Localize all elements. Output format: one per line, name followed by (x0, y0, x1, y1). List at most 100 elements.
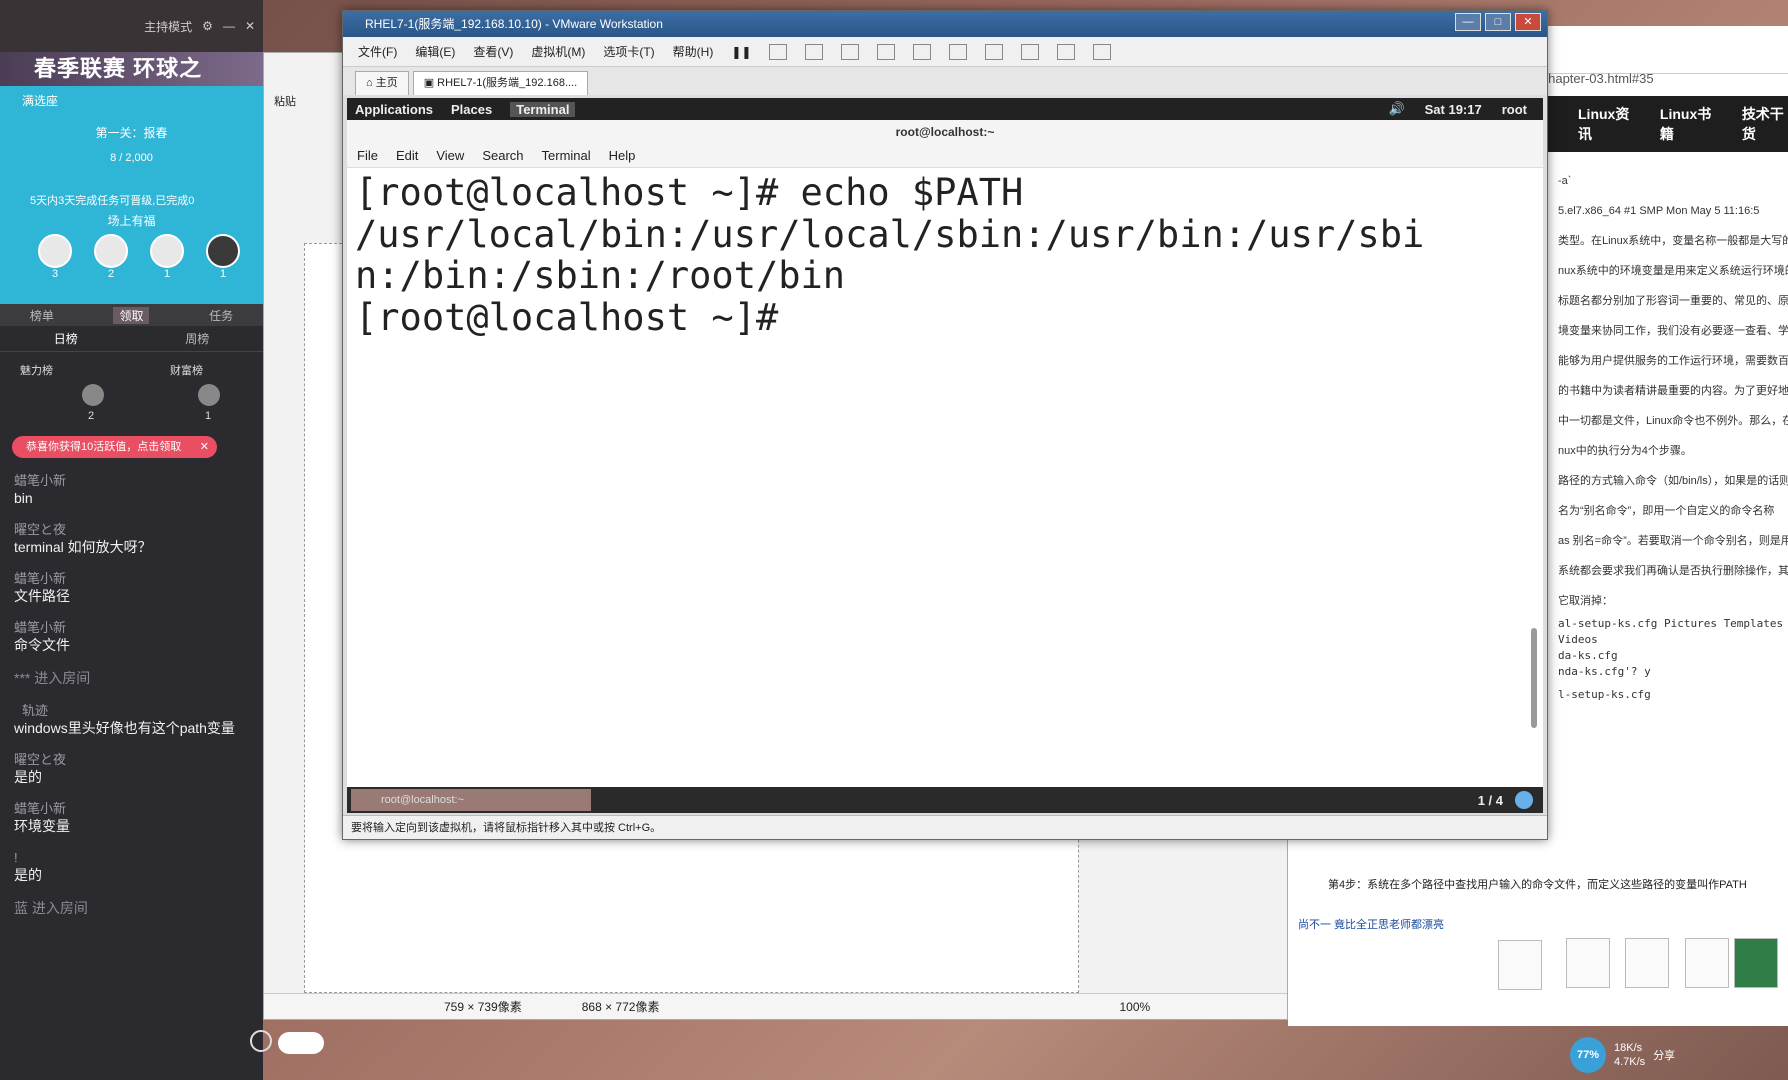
terminal-output[interactable]: [root@localhost ~]# echo $PATH /usr/loca… (351, 172, 1531, 762)
fan-avatar[interactable]: 2 (92, 234, 130, 280)
desktop-icon-file[interactable]: 必读Linux书籍(免费... (1725, 938, 1787, 1024)
guest-screen[interactable]: Applications Places Terminal 🔊 Sat 19:17… (347, 98, 1543, 813)
tab-rank[interactable]: 榜单 (30, 307, 54, 324)
paste-label[interactable]: 粘贴 (274, 93, 296, 109)
close-icon[interactable]: ✕ (1515, 13, 1541, 31)
revert-icon[interactable] (841, 43, 860, 60)
nav-item[interactable]: 技术干货 (1742, 104, 1788, 144)
fan-avatar[interactable]: 3 (36, 234, 74, 280)
fullscreen-icon[interactable] (985, 43, 1004, 60)
clock[interactable]: Sat 19:17 (1425, 102, 1482, 117)
chat-user[interactable]: 曜空と夜 (14, 751, 249, 768)
event-banner[interactable]: 春季联赛 环球之 (0, 52, 263, 86)
user-menu[interactable]: root (1502, 102, 1527, 117)
pause-icon[interactable]: ❚❚ (731, 45, 751, 59)
close-icon[interactable]: ✕ (200, 436, 209, 458)
chat-user[interactable]: ! (14, 849, 249, 866)
tab-vm[interactable]: ▣ RHEL7-1(服务端_192.168.... (412, 71, 589, 95)
maximize-icon[interactable]: □ (1485, 13, 1511, 31)
terminal-line: n:/bin:/sbin:/root/bin (355, 254, 846, 297)
unity-icon[interactable] (1021, 43, 1040, 60)
sidebar-icon[interactable] (913, 43, 932, 60)
fan-count: 1 (219, 268, 227, 280)
menu-view[interactable]: 查看(V) (473, 43, 513, 60)
vmware-titlebar[interactable]: RHEL7-1(服务端_192.168.10.10) - VMware Work… (343, 11, 1547, 37)
term-menu-edit[interactable]: Edit (396, 148, 418, 163)
desktop-icon-file[interactable]: 2019.jpg (1485, 940, 1555, 1006)
event-card[interactable]: 满选座 第一关：报春 8 / 2,000 5天内3天完成任务可晋级,已完成0 场… (0, 86, 263, 304)
article-line: 5.el7.x86_64 #1 SMP Mon May 5 11:16:5 (1558, 205, 1760, 217)
chat-user[interactable]: 曜空と夜 (14, 521, 249, 538)
fan-avatar[interactable]: 1 (148, 234, 186, 280)
term-menu-view[interactable]: View (436, 148, 464, 163)
archive-file-icon (1566, 938, 1610, 988)
chat-input[interactable] (278, 1032, 324, 1054)
terminal-line: [root@localhost ~]# (355, 295, 801, 339)
close-icon[interactable]: ✕ (245, 19, 255, 33)
tab-weekly[interactable]: 周榜 (185, 330, 209, 347)
chat-user[interactable]: 轨迹 (14, 702, 249, 719)
thumbnail-icon[interactable] (949, 43, 968, 60)
workspace-icon[interactable] (1515, 791, 1533, 809)
fan-avatar[interactable]: 1 (204, 234, 242, 280)
gnome-topbar: Applications Places Terminal 🔊 Sat 19:17… (347, 98, 1543, 120)
tab-daily[interactable]: 日榜 (54, 330, 78, 347)
menu-help[interactable]: 帮助(H) (673, 43, 714, 60)
menu-tabs[interactable]: 选项卡(T) (603, 43, 654, 60)
chat-user[interactable]: 蜡笔小新 (14, 619, 249, 636)
wealth-rank-label[interactable]: 财富榜 (170, 362, 203, 378)
tab-claim[interactable]: 领取 (113, 306, 150, 324)
terminal-scrollbar[interactable] (1531, 628, 1537, 728)
workspace-indicator[interactable]: 1 / 4 (1478, 793, 1503, 808)
applications-menu[interactable]: Applications (355, 102, 433, 117)
article-line: 境变量来协同工作，我们没有必要逐一查看、学 (1558, 325, 1788, 337)
text-file-icon (1625, 938, 1669, 988)
tab-task[interactable]: 任务 (209, 307, 233, 324)
snapshot-icon[interactable] (805, 43, 824, 60)
menu-edit[interactable]: 编辑(E) (415, 43, 455, 60)
stretch-icon[interactable] (1093, 43, 1112, 60)
vmware-menubar: 文件(F) 编辑(E) 查看(V) 虚拟机(M) 选项卡(T) 帮助(H) ❚❚ (343, 37, 1547, 67)
term-menu-help[interactable]: Help (609, 148, 636, 163)
gnome-taskbar: root@localhost:~ 1 / 4 (347, 787, 1543, 813)
term-menu-search[interactable]: Search (482, 148, 523, 163)
minimize-icon[interactable]: — (1455, 13, 1481, 31)
charm-rank-label[interactable]: 魅力榜 (20, 362, 53, 378)
term-menu-terminal[interactable]: Terminal (542, 148, 591, 163)
emoji-icon[interactable] (250, 1030, 272, 1052)
nav-item[interactable]: Linux资讯 (1578, 104, 1632, 144)
minimize-icon[interactable]: — (223, 19, 235, 33)
nav-item[interactable]: Linux书籍 (1660, 104, 1714, 144)
chat-text: 是的 (14, 867, 42, 883)
settings-icon[interactable]: ⚙ (202, 19, 213, 33)
volume-icon[interactable]: 🔊 (1388, 101, 1404, 117)
menu-file[interactable]: 文件(F) (358, 43, 397, 60)
menu-vm[interactable]: 虚拟机(M) (531, 43, 585, 60)
terminal-menu[interactable]: Terminal (510, 101, 576, 117)
send-keys-icon[interactable] (769, 43, 788, 60)
editor-status-bar: 759 × 739像素 868 × 772像素 100% (264, 993, 1287, 1019)
tab-home[interactable]: ⌂ 主页 (355, 71, 409, 95)
chat-user[interactable]: 蜡笔小新 (14, 472, 249, 489)
manage-snapshot-icon[interactable] (877, 43, 896, 60)
rank-count: 2 (88, 410, 95, 422)
battery-indicator[interactable]: 77% (1570, 1037, 1606, 1073)
system-message: 蓝 进入房间 (14, 900, 88, 916)
mode-label[interactable]: 主持模式 (144, 18, 192, 35)
chat-message: 轨迹 windows里头好像也有这个path变量 (14, 702, 249, 738)
console-icon[interactable] (1057, 43, 1076, 60)
article-line: 标题名都分别加了形容词一重要的、常见的、原 (1558, 295, 1788, 307)
taskbar-terminal-item[interactable]: root@localhost:~ (351, 789, 591, 811)
gift-notice[interactable]: 恭喜你获得10活跃值，点击领取 ✕ (12, 436, 217, 458)
term-menu-file[interactable]: File (357, 148, 378, 163)
article-link[interactable]: 尚不一 竟比全正思老师都漂亮 (1298, 916, 1444, 932)
zoom-level[interactable]: 100% (1119, 1000, 1150, 1014)
avatar (198, 384, 220, 406)
chat-user[interactable]: 蜡笔小新 (14, 570, 249, 587)
vmware-window: RHEL7-1(服务端_192.168.10.10) - VMware Work… (342, 10, 1548, 840)
chat-text: terminal 如何放大呀？ (14, 539, 152, 555)
chat-user[interactable]: 蜡笔小新 (14, 800, 249, 817)
places-menu[interactable]: Places (451, 102, 492, 117)
share-button[interactable]: 分享 (1653, 1047, 1675, 1063)
canvas-size: 868 × 772像素 (581, 1000, 660, 1014)
